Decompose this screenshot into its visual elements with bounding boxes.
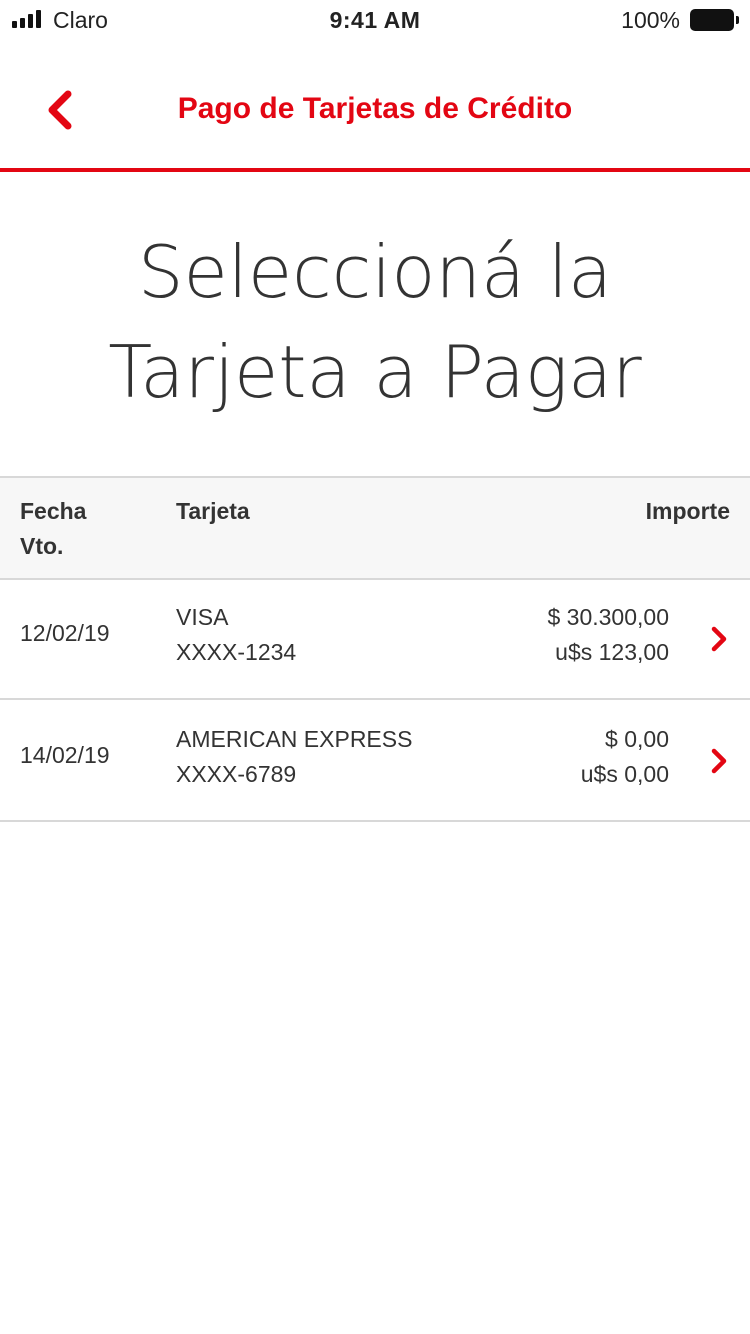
battery-icon bbox=[690, 9, 739, 31]
amount-usd: u$s 123,00 bbox=[555, 639, 669, 665]
nav-title: Pago de Tarjetas de Crédito bbox=[177, 92, 573, 125]
page-title-line-1: Seleccioná la bbox=[137, 230, 613, 314]
navigation-bar: Pago de Tarjetas de Crédito bbox=[0, 40, 750, 172]
amount-ars: $ 30.300,00 bbox=[547, 604, 669, 630]
column-header-amount: Importe bbox=[645, 498, 730, 524]
card-row-visa[interactable]: 12/02/19 VISA XXXX-1234 $ 30.300,00 u$s … bbox=[0, 578, 750, 700]
table-header: Fecha Vto. Tarjeta Importe bbox=[0, 476, 750, 580]
page-title: Seleccioná la Tarjeta a Pagar bbox=[0, 222, 750, 422]
card-row-american-express[interactable]: 14/02/19 AMERICAN EXPRESS XXXX-6789 $ 0,… bbox=[0, 700, 750, 822]
chevron-right-icon bbox=[711, 748, 727, 774]
column-header-due-date-line-1: Fecha bbox=[20, 498, 87, 524]
status-bar: Claro 9:41 AM 100% bbox=[0, 0, 750, 40]
due-date: 14/02/19 bbox=[20, 742, 110, 768]
column-header-due-date-line-2: Vto. bbox=[20, 533, 64, 559]
column-header-due-date: Fecha Vto. bbox=[20, 494, 130, 564]
battery-percentage: 100% bbox=[621, 7, 680, 33]
column-header-card: Tarjeta bbox=[176, 498, 250, 524]
due-date: 12/02/19 bbox=[20, 620, 110, 646]
card-number: XXXX-1234 bbox=[176, 639, 297, 665]
card-name: AMERICAN EXPRESS bbox=[176, 726, 413, 752]
chevron-right-icon bbox=[711, 626, 727, 652]
card-number: XXXX-6789 bbox=[176, 761, 297, 787]
card-name: VISA bbox=[176, 604, 229, 630]
amount-ars: $ 0,00 bbox=[605, 726, 669, 752]
amount-usd: u$s 0,00 bbox=[580, 761, 669, 787]
page-title-line-2: Tarjeta a Pagar bbox=[108, 330, 642, 414]
